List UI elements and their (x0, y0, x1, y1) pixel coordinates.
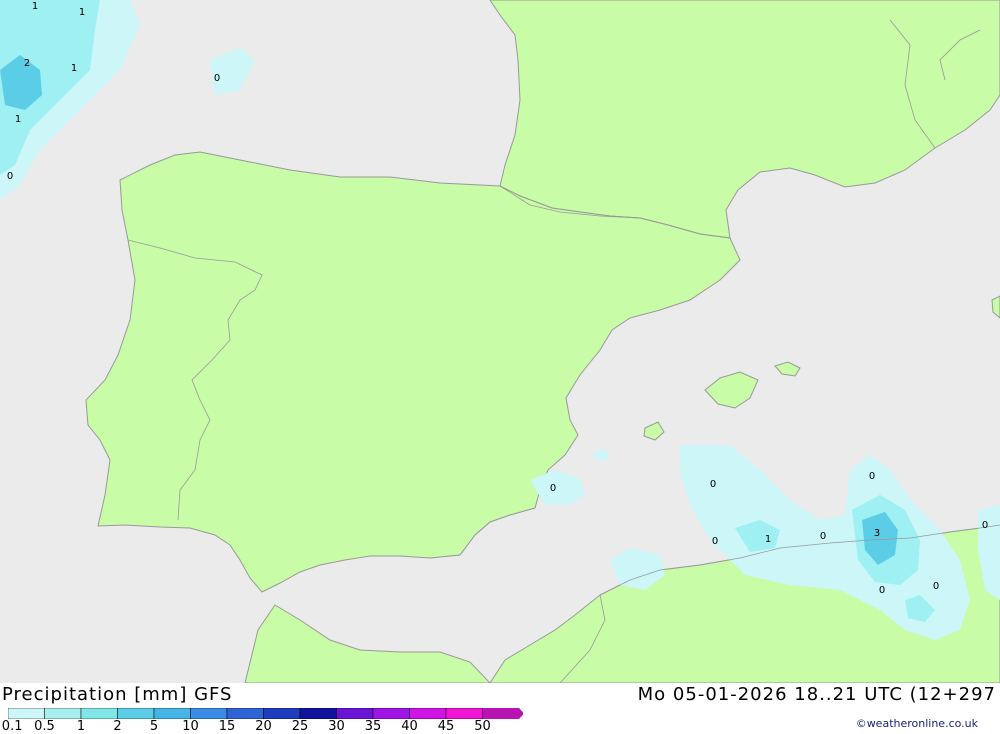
legend-label: 25 (291, 719, 309, 734)
precip-small (592, 448, 610, 463)
contour-label: 3 (874, 528, 880, 539)
legend-swatch (153, 708, 191, 719)
contour-label: 0 (214, 73, 220, 84)
contour-label: 0 (710, 479, 716, 490)
contour-label: 0 (7, 171, 13, 182)
legend-label: 35 (364, 719, 382, 734)
legend-label: 30 (328, 719, 345, 734)
contour-label: 0 (982, 520, 988, 531)
legend-label: 2 (113, 719, 122, 734)
legend-swatch (263, 708, 301, 719)
credit-link[interactable]: ©weatheronline.co.uk (856, 717, 978, 730)
forecast-datetime: Mo 05-01-2026 18..21 UTC (12+297 (637, 684, 996, 705)
contour-label: 1 (32, 1, 38, 12)
legend-swatch (445, 708, 483, 719)
contour-label: 1 (79, 7, 85, 18)
legend-label: 40 (401, 719, 418, 734)
land-africa (244, 604, 491, 683)
legend-label: 50 (474, 719, 491, 734)
legend-label: 45 (437, 719, 455, 734)
map-title: Precipitation [mm] GFS (2, 684, 233, 705)
land-iberia (85, 151, 741, 593)
land-mallorca (704, 371, 759, 409)
contour-label: 0 (869, 471, 875, 482)
contour-label: 1 (765, 534, 771, 545)
legend-swatch (226, 708, 264, 719)
legend-arrow (482, 708, 523, 719)
contour-label: 0 (550, 483, 556, 494)
legend-swatch (44, 708, 82, 719)
legend-label: 5 (149, 719, 159, 734)
legend-swatch (80, 708, 118, 719)
legend-colorbar (8, 708, 523, 719)
contour-label: 1 (71, 63, 77, 74)
land-ibiza (643, 421, 665, 441)
contour-label: 2 (24, 58, 30, 69)
legend-label: 10 (182, 719, 199, 734)
precipitation-map: 1 1 2 1 1 0 0 0 0 0 1 0 0 3 0 0 0 (0, 0, 1000, 683)
legend-swatch (299, 708, 337, 719)
legend-label: 20 (255, 719, 272, 734)
contour-label: 1 (15, 114, 21, 125)
legend-label: 15 (218, 719, 236, 734)
contour-label: 0 (933, 581, 939, 592)
legend-label: 0.1 (1, 719, 23, 734)
legend-label: 1 (76, 719, 86, 734)
legend-labels: 0.1 0.5 1 2 5 10 15 20 25 30 35 40 45 50 (0, 719, 520, 734)
land-menorca (774, 361, 801, 377)
legend-swatch (372, 708, 410, 719)
land-france (489, 0, 1000, 239)
legend-swatch (117, 708, 155, 719)
legend-swatch (409, 708, 447, 719)
land-sardinia (991, 295, 1000, 319)
contour-label: 0 (820, 531, 826, 542)
precip-nw-blob (210, 48, 255, 95)
legend-label: 0.5 (34, 719, 55, 734)
contour-label: 0 (879, 585, 885, 596)
legend-swatch (8, 708, 45, 719)
contour-label: 0 (712, 536, 718, 547)
legend-swatch (190, 708, 228, 719)
legend-swatch (336, 708, 374, 719)
